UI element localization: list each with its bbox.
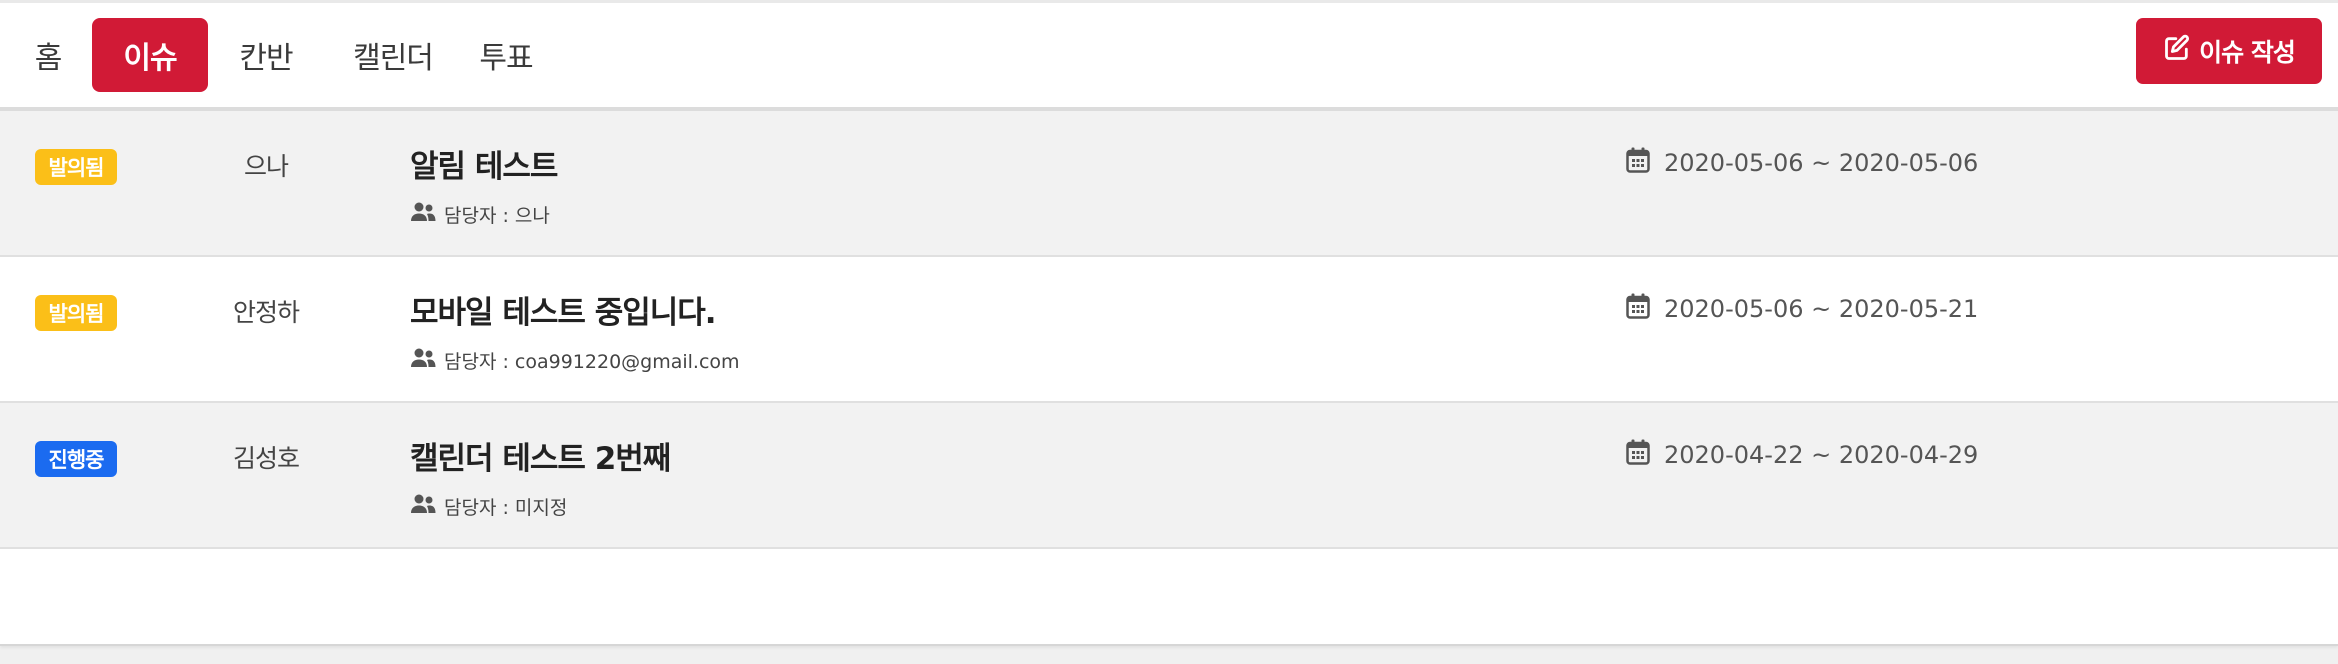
status-badge: 발의됨 (35, 149, 117, 185)
date-range: 2020-04-22 ~ 2020-04-29 (1664, 441, 1979, 469)
edit-icon (2163, 34, 2191, 68)
issue-row[interactable]: 발의됨 안정하 모바일 테스트 중입니다. 담당자 : coa991220@gm… (0, 257, 2338, 403)
header: 홈 이슈 칸반 캘린더 투표 이슈 작성 (0, 3, 2338, 111)
tab-issue[interactable]: 이슈 (92, 18, 208, 92)
issue-row[interactable]: 발의됨 으나 알림 테스트 담당자 : 으나 2020-05-06 ~ 2020… (0, 111, 2338, 257)
calendar-icon (1626, 293, 1650, 325)
issue-title[interactable]: 캘린더 테스트 2번째 (410, 433, 671, 478)
date-range: 2020-05-06 ~ 2020-05-06 (1664, 149, 1979, 177)
tab-home[interactable]: 홈 (18, 18, 78, 92)
tab-kanban[interactable]: 칸반 (208, 18, 324, 92)
calendar-icon (1626, 147, 1650, 179)
assignee-text: 담당자 : 미지정 (444, 497, 568, 519)
issue-date: 2020-04-22 ~ 2020-04-29 (1626, 439, 1978, 471)
issue-row[interactable]: 진행중 김성호 캘린더 테스트 2번째 담당자 : 미지정 2020-04-22… (0, 403, 2338, 549)
issue-author: 김성호 (232, 444, 300, 473)
issue-date: 2020-05-06 ~ 2020-05-06 (1626, 147, 1978, 179)
issue-assignee: 담당자 : 으나 (410, 201, 550, 228)
write-issue-button[interactable]: 이슈 작성 (2136, 18, 2322, 84)
status-badge: 발의됨 (35, 295, 117, 331)
issue-title[interactable]: 알림 테스트 (410, 141, 558, 186)
assignee-text: 담당자 : coa991220@gmail.com (444, 351, 740, 373)
nav-tabs: 홈 이슈 칸반 캘린더 투표 (0, 18, 546, 92)
users-icon (410, 202, 436, 227)
status-badge: 진행중 (35, 441, 117, 477)
tab-calendar[interactable]: 캘린더 (334, 18, 452, 92)
issue-date: 2020-05-06 ~ 2020-05-21 (1626, 293, 1978, 325)
issue-author: 안정하 (232, 298, 300, 327)
issue-title[interactable]: 모바일 테스트 중입니다. (410, 287, 717, 332)
tab-vote[interactable]: 투표 (466, 18, 546, 92)
users-icon (410, 348, 436, 373)
date-range: 2020-05-06 ~ 2020-05-21 (1664, 295, 1979, 323)
issue-board-card: 홈 이슈 칸반 캘린더 투표 이슈 작성 발의됨 으나 알림 테스트 담당자 :… (0, 0, 2338, 646)
users-icon (410, 494, 436, 519)
issue-author: 으나 (243, 152, 289, 181)
assignee-text: 담당자 : 으나 (444, 205, 550, 227)
calendar-icon (1626, 439, 1650, 471)
write-issue-label: 이슈 작성 (2199, 38, 2296, 67)
issue-assignee: 담당자 : coa991220@gmail.com (410, 347, 740, 374)
issue-assignee: 담당자 : 미지정 (410, 493, 567, 520)
